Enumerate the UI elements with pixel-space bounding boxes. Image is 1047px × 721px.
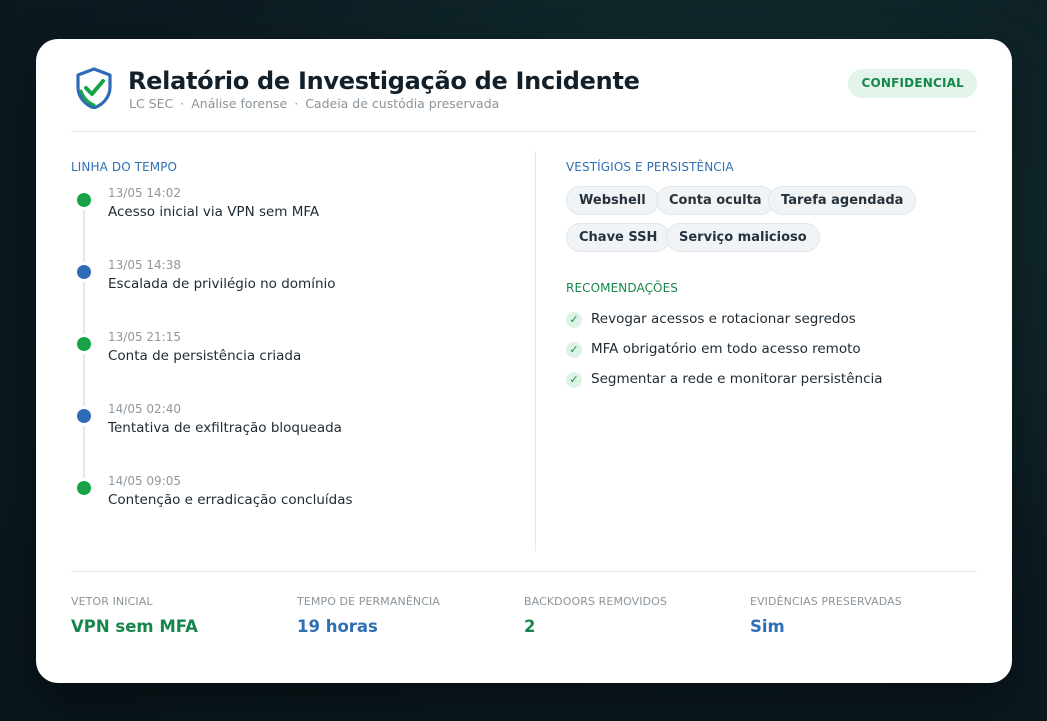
confidential-badge: CONFIDENCIAL: [848, 69, 977, 98]
recommendations-label: RECOMENDAÇÕES: [566, 281, 679, 295]
timeline-event: 14/05 09:05 Contenção e erradicação concl…: [71, 474, 511, 527]
timeline-event: 14/05 02:40 Tentativa de exfiltração bloq…: [71, 402, 511, 455]
summary-stat: VETOR INICIAL VPN sem MFA: [71, 595, 291, 636]
timeline-label: LINHA DO TEMPO: [71, 160, 178, 174]
check-icon: ✓: [566, 342, 582, 358]
event-description: Escalada de privilégio no domínio: [108, 276, 336, 292]
event-time: 13/05 21:15: [108, 330, 181, 344]
event-description: Acesso inicial via VPN sem MFA: [108, 204, 320, 220]
shield-check-icon: [76, 67, 112, 109]
check-icon: ✓: [566, 372, 582, 388]
event-description: Tentativa de exfiltração bloqueada: [108, 420, 342, 436]
recommendation-item: ✓ MFA obrigatório em todo acesso remoto: [566, 341, 966, 361]
stat-label: EVIDÊNCIAS PRESERVADAS: [750, 595, 902, 608]
stat-value: 2: [524, 617, 536, 636]
event-time: 14/05 09:05: [108, 474, 181, 488]
page-subtitle: LC SEC · Análise forense · Cadeia de custódi…: [129, 96, 500, 111]
event-time: 14/05 02:40: [108, 402, 181, 416]
report-card: Relatório de Investigação de Incidente L…: [36, 39, 1012, 683]
check-icon: ✓: [566, 312, 582, 328]
subtitle-custody: Cadeia de custódia preservada: [305, 96, 500, 111]
stat-value: VPN sem MFA: [71, 617, 198, 636]
timeline-event: 13/05 14:02 Acesso inicial via VPN sem MF…: [71, 186, 511, 239]
timeline-dot: [74, 262, 94, 282]
recommendation-text: Segmentar a rede e monitorar persistênci…: [591, 371, 883, 387]
summary-stat: TEMPO DE PERMANÊNCIA 19 horas: [297, 595, 517, 636]
timeline-dot: [74, 334, 94, 354]
divider: [71, 131, 977, 132]
trace-chip: Conta oculta: [656, 186, 775, 215]
timeline-event: 13/05 21:15 Conta de persistência criada: [71, 330, 511, 383]
traces-label: VESTÍGIOS E PERSISTÊNCIA: [566, 160, 734, 174]
stat-value: Sim: [750, 617, 785, 636]
timeline-event: 13/05 14:38 Escalada de privilégio no dom…: [71, 258, 511, 311]
event-description: Contenção e erradicação concluídas: [108, 492, 353, 508]
stat-label: VETOR INICIAL: [71, 595, 153, 608]
report-header: Relatório de Investigação de Incidente L…: [71, 67, 977, 131]
stat-label: BACKDOORS REMOVIDOS: [524, 595, 668, 608]
timeline-dot: [74, 190, 94, 210]
event-time: 13/05 14:02: [108, 186, 181, 200]
stat-label: TEMPO DE PERMANÊNCIA: [297, 595, 440, 608]
page-title: Relatório de Investigação de Incidente: [128, 67, 640, 95]
subtitle-type: Análise forense: [191, 96, 288, 111]
column-divider: [535, 151, 536, 551]
subtitle-org: LC SEC: [129, 96, 174, 111]
divider: [71, 571, 977, 572]
recommendation-item: ✓ Revogar acessos e rotacionar segredos: [566, 311, 966, 331]
recommendation-text: Revogar acessos e rotacionar segredos: [591, 311, 856, 327]
recommendation-item: ✓ Segmentar a rede e monitorar persistênc…: [566, 371, 966, 391]
stat-value: 19 horas: [297, 617, 378, 636]
trace-chip: Serviço malicioso: [666, 223, 820, 252]
summary-stat: BACKDOORS REMOVIDOS 2: [524, 595, 744, 636]
timeline-dot: [74, 478, 94, 498]
trace-chip: Chave SSH: [566, 223, 671, 252]
timeline-dot: [74, 406, 94, 426]
event-description: Conta de persistência criada: [108, 348, 302, 364]
event-time: 13/05 14:38: [108, 258, 181, 272]
trace-chip: Tarefa agendada: [768, 186, 917, 215]
trace-chip: Webshell: [566, 186, 659, 215]
recommendation-text: MFA obrigatório em todo acesso remoto: [591, 341, 861, 357]
summary-stat: EVIDÊNCIAS PRESERVADAS Sim: [750, 595, 970, 636]
